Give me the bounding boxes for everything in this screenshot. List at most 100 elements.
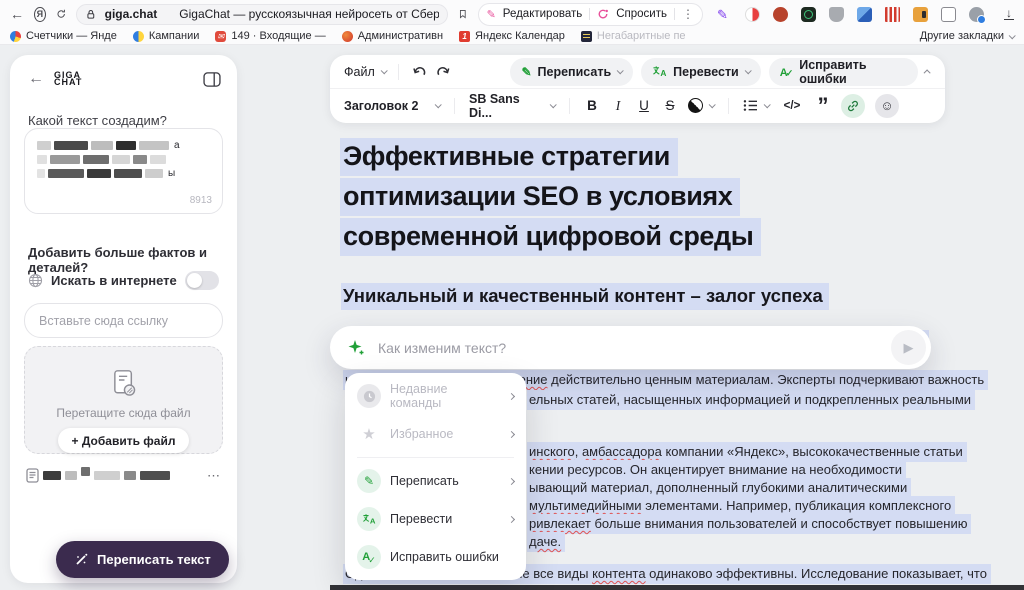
rewrite-button[interactable]: ✎ Переписать	[510, 58, 633, 86]
extension-pen-icon[interactable]: ✎	[717, 7, 732, 22]
extension-camera-icon[interactable]	[801, 7, 816, 22]
code-button[interactable]: </>	[779, 100, 805, 112]
other-bookmarks-button[interactable]: Другие закладки	[920, 30, 1014, 42]
editor-toolbar: Файл ✎ Переписать A Перевести A✓ Исправи…	[330, 55, 945, 123]
extension-battery-icon[interactable]	[913, 7, 928, 22]
menu-item-recent[interactable]: Недавние команды	[345, 380, 526, 412]
bookmark-item[interactable]: Административн	[342, 30, 443, 42]
paragraph-style-select[interactable]: Заголовок 2	[344, 99, 440, 113]
more-menu-icon[interactable]: ⋮	[682, 7, 694, 21]
redacted-text	[124, 471, 136, 480]
menu-item-favorites[interactable]: ★ Избранное	[345, 418, 526, 450]
back-icon[interactable]: ←	[10, 7, 24, 21]
download-icon: ↓	[1006, 8, 1012, 18]
bookmark-item[interactable]: ✉149 · Входящие —	[215, 30, 325, 42]
direct-favicon	[133, 31, 144, 42]
extensions-row: ✎	[717, 7, 984, 22]
doc-h1-line: Эффективные стратегии	[343, 141, 678, 172]
collapse-toolbar-icon[interactable]	[924, 69, 931, 76]
file-menu[interactable]: Файл	[344, 65, 386, 79]
bookmark-flag-icon[interactable]	[458, 7, 468, 21]
panel-toggle-icon[interactable]	[203, 72, 221, 87]
list-button[interactable]	[743, 99, 769, 112]
chevron-down-icon	[617, 67, 624, 74]
attached-file-item[interactable]: ⋯	[26, 467, 221, 484]
char-counter: 8913	[190, 195, 212, 206]
translate-icon: A	[652, 65, 667, 78]
toolbar-row-actions: Файл ✎ Переписать A Перевести A✓ Исправи…	[330, 55, 945, 89]
bookmarks-bar: Счетчики — Янде Кампании ✉149 · Входящие…	[0, 28, 1024, 45]
doc-paragraph-line: даче.	[527, 534, 565, 549]
web-search-label: Искать в интернете	[51, 273, 177, 288]
list-icon	[743, 99, 758, 112]
chevron-down-icon	[380, 67, 387, 74]
assistant-input-placeholder[interactable]: Как изменим текст?	[378, 340, 879, 356]
yandex-icon[interactable]: Я	[34, 7, 46, 22]
fix-errors-icon: A✓	[357, 545, 381, 569]
bookmark-item[interactable]: 1Яндекс Календар	[459, 30, 565, 42]
assistant-input-bar[interactable]: Как изменим текст? ▶	[330, 326, 931, 369]
emoji-button[interactable]: ☺	[875, 94, 899, 118]
downloads-button[interactable]: ↓	[1004, 8, 1014, 21]
send-icon: ▶	[904, 340, 914, 356]
prompt-textarea[interactable]: а ы 8913	[24, 128, 223, 214]
chevron-right-icon	[508, 392, 515, 399]
extension-clipboard-icon[interactable]	[941, 7, 956, 22]
chevron-down-icon	[764, 101, 771, 108]
extension-chart-icon[interactable]	[885, 7, 900, 22]
fix-errors-button[interactable]: A✓ Исправить ошибки	[769, 58, 918, 86]
svg-text:A: A	[661, 68, 667, 78]
address-bar[interactable]: giga.chat GigaChat — русскоязычная нейро…	[76, 4, 448, 25]
translate-button[interactable]: A Перевести	[641, 58, 761, 86]
bookmark-item[interactable]: Кампании	[133, 30, 200, 42]
reload-icon[interactable]	[56, 7, 66, 21]
menu-item-fix-errors[interactable]: A✓ Исправить ошибки	[345, 541, 526, 573]
menu-item-rewrite[interactable]: ✎ Переписать	[345, 465, 526, 497]
extension-mask-icon[interactable]	[829, 7, 844, 22]
add-file-button[interactable]: + Добавить файл	[58, 428, 190, 453]
strikethrough-button[interactable]: S	[662, 98, 678, 113]
file-more-icon[interactable]: ⋯	[207, 468, 221, 484]
browser-ai-buttons: ✎ Редактировать Спросить ⋮	[478, 3, 703, 26]
extension-figure-icon[interactable]	[773, 7, 788, 22]
rewrite-text-cta[interactable]: Переписать текст	[56, 541, 229, 578]
url-text: giga.chat	[105, 7, 158, 21]
undo-icon[interactable]	[411, 64, 428, 80]
document-icon	[26, 468, 39, 483]
underline-button[interactable]: U	[636, 98, 652, 113]
extension-cube-icon[interactable]	[857, 7, 872, 22]
font-select[interactable]: SB Sans Di...	[469, 92, 555, 120]
pen-icon: ✎	[357, 469, 381, 493]
globe-icon	[28, 273, 43, 288]
doc-paragraph-line: мультимедийными элементами. Например, пу…	[527, 498, 955, 513]
web-search-row: Искать в интернете	[28, 271, 219, 290]
doc-paragraph-line: инского, амбассадора компании «Яндекс», …	[527, 444, 967, 459]
send-button[interactable]: ▶	[891, 330, 926, 365]
file-dropzone[interactable]: Перетащите сюда файл + Добавить файл	[24, 346, 223, 454]
menu-item-translate[interactable]: A Перевести	[345, 503, 526, 535]
link-button[interactable]	[841, 94, 865, 118]
back-icon[interactable]: ←	[28, 71, 44, 87]
mail-favicon: ✉	[215, 31, 226, 42]
bookmark-item[interactable]: Негабаритные пе	[581, 30, 686, 42]
italic-button[interactable]: I	[610, 98, 626, 114]
link-input[interactable]	[24, 303, 223, 338]
edit-button[interactable]: Редактировать	[503, 8, 582, 20]
highlight-color-button[interactable]	[688, 98, 714, 113]
lock-icon	[85, 8, 97, 21]
ask-button[interactable]: Спросить	[616, 8, 667, 20]
chevron-down-icon	[744, 67, 751, 74]
bold-button[interactable]: B	[584, 98, 600, 113]
redo-icon[interactable]	[435, 64, 452, 80]
bookmark-item[interactable]: Счетчики — Янде	[10, 30, 117, 42]
extension-shield-icon[interactable]	[745, 7, 760, 22]
sidebar-header: ← GIGACHAT	[10, 55, 237, 87]
extension-profile-icon[interactable]	[969, 7, 984, 22]
star-icon: ★	[357, 422, 381, 446]
quote-button[interactable]: ”	[815, 101, 831, 111]
link-icon	[846, 99, 860, 113]
ask-icon	[597, 8, 609, 20]
redacted-text: а	[37, 140, 212, 151]
redacted-text	[43, 471, 61, 480]
web-search-toggle[interactable]	[185, 271, 219, 290]
